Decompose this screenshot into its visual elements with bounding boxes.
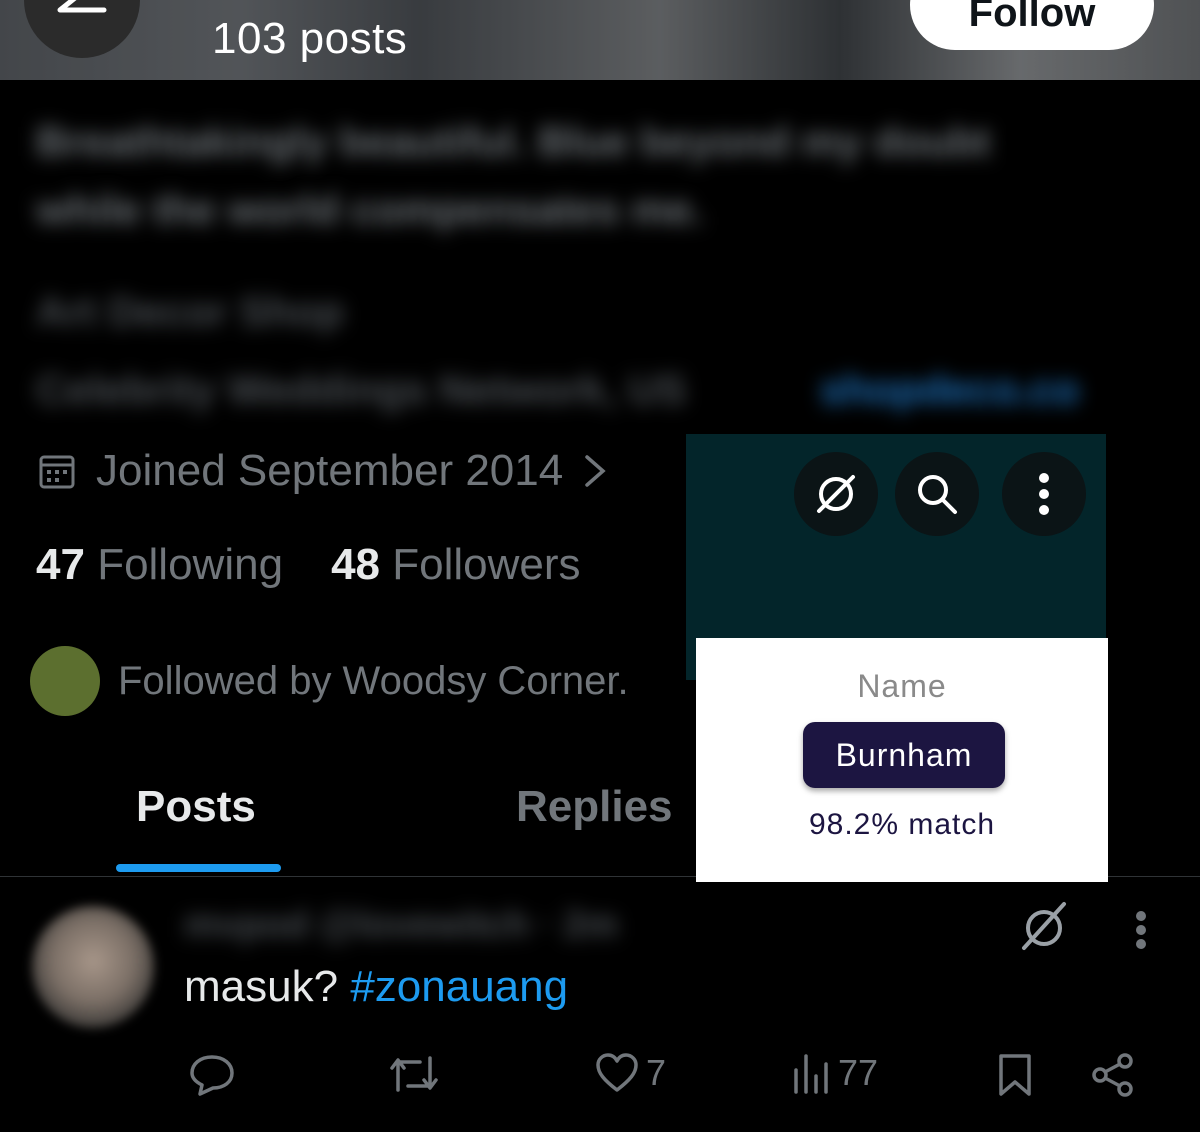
followers-count: 48: [331, 540, 381, 589]
reply-icon: [190, 1055, 234, 1096]
search-icon: [918, 475, 957, 514]
joined-date: Joined September 2014: [96, 446, 564, 495]
share-button[interactable]: [1090, 1052, 1136, 1098]
tab-posts[interactable]: Posts: [136, 782, 256, 832]
posts-count: 103 posts: [212, 14, 408, 63]
tweet-hashtag[interactable]: #zonauang: [350, 962, 568, 1011]
tweet-author-meta[interactable]: mvpod @lovewitch · 2m: [184, 904, 618, 947]
like-button[interactable]: 7: [594, 1052, 666, 1094]
follow-counts: 47 Following 48 Followers: [36, 540, 581, 590]
result-name-chip[interactable]: Burnham: [803, 722, 1005, 788]
bookmark-button[interactable]: [996, 1052, 1034, 1098]
overlay-toggle-button[interactable]: [794, 452, 878, 536]
followed-by-row[interactable]: Followed by Woodsy Corner.: [30, 646, 629, 716]
tweet-text: masuk? #zonauang: [184, 962, 568, 1012]
views-icon: [794, 1054, 828, 1094]
chevron-right-icon: [585, 455, 606, 487]
tweet-body: masuk?: [184, 962, 339, 1011]
following-label: Following: [97, 540, 284, 589]
bio-line-2: while the world compensates me.: [36, 186, 704, 233]
result-match-score: 98.2% match: [808, 808, 996, 841]
reply-button[interactable]: [188, 1052, 236, 1098]
followers-label: Followers: [392, 540, 581, 589]
views-button[interactable]: 77: [790, 1052, 878, 1094]
result-name-label: Name: [857, 668, 947, 704]
active-tab-indicator: [116, 864, 281, 872]
back-arrow-icon: [57, 0, 107, 13]
view-count: 77: [838, 1052, 879, 1093]
following-link[interactable]: 47 Following: [36, 540, 283, 590]
disabled-icon: [817, 475, 855, 513]
profile-link[interactable]: shopdeco.co: [820, 366, 1079, 414]
overlay-search-button[interactable]: [895, 452, 979, 536]
overlay-more-button[interactable]: [1002, 452, 1086, 536]
repost-icon: [390, 1056, 438, 1092]
heart-icon: [596, 1053, 638, 1092]
follower-avatar: [30, 646, 100, 716]
more-vertical-icon: [1039, 473, 1049, 515]
like-count: 7: [646, 1052, 667, 1093]
followed-by-text: Followed by Woodsy Corner.: [118, 658, 629, 703]
joined-row[interactable]: Joined September 2014: [38, 446, 607, 496]
tweet-disabled-icon[interactable]: [1016, 900, 1072, 952]
profile-location: Celebrity Weddings Network, US: [36, 366, 687, 413]
profile-category: Art Decor Shop: [36, 288, 345, 335]
calendar-icon: [39, 455, 75, 489]
repost-button[interactable]: [386, 1052, 442, 1096]
share-icon: [1092, 1053, 1133, 1097]
tab-replies[interactable]: Replies: [516, 782, 673, 832]
following-count: 47: [36, 540, 85, 589]
tweet-more-icon[interactable]: [1134, 910, 1148, 950]
followers-link[interactable]: 48 Followers: [331, 540, 580, 590]
bookmark-icon: [999, 1054, 1031, 1096]
bio-line-1: Breathtakingly beautiful. Blue beyond my…: [36, 118, 991, 165]
follow-button[interactable]: Follow: [910, 0, 1154, 50]
tweet-author-avatar[interactable]: [32, 906, 154, 1028]
